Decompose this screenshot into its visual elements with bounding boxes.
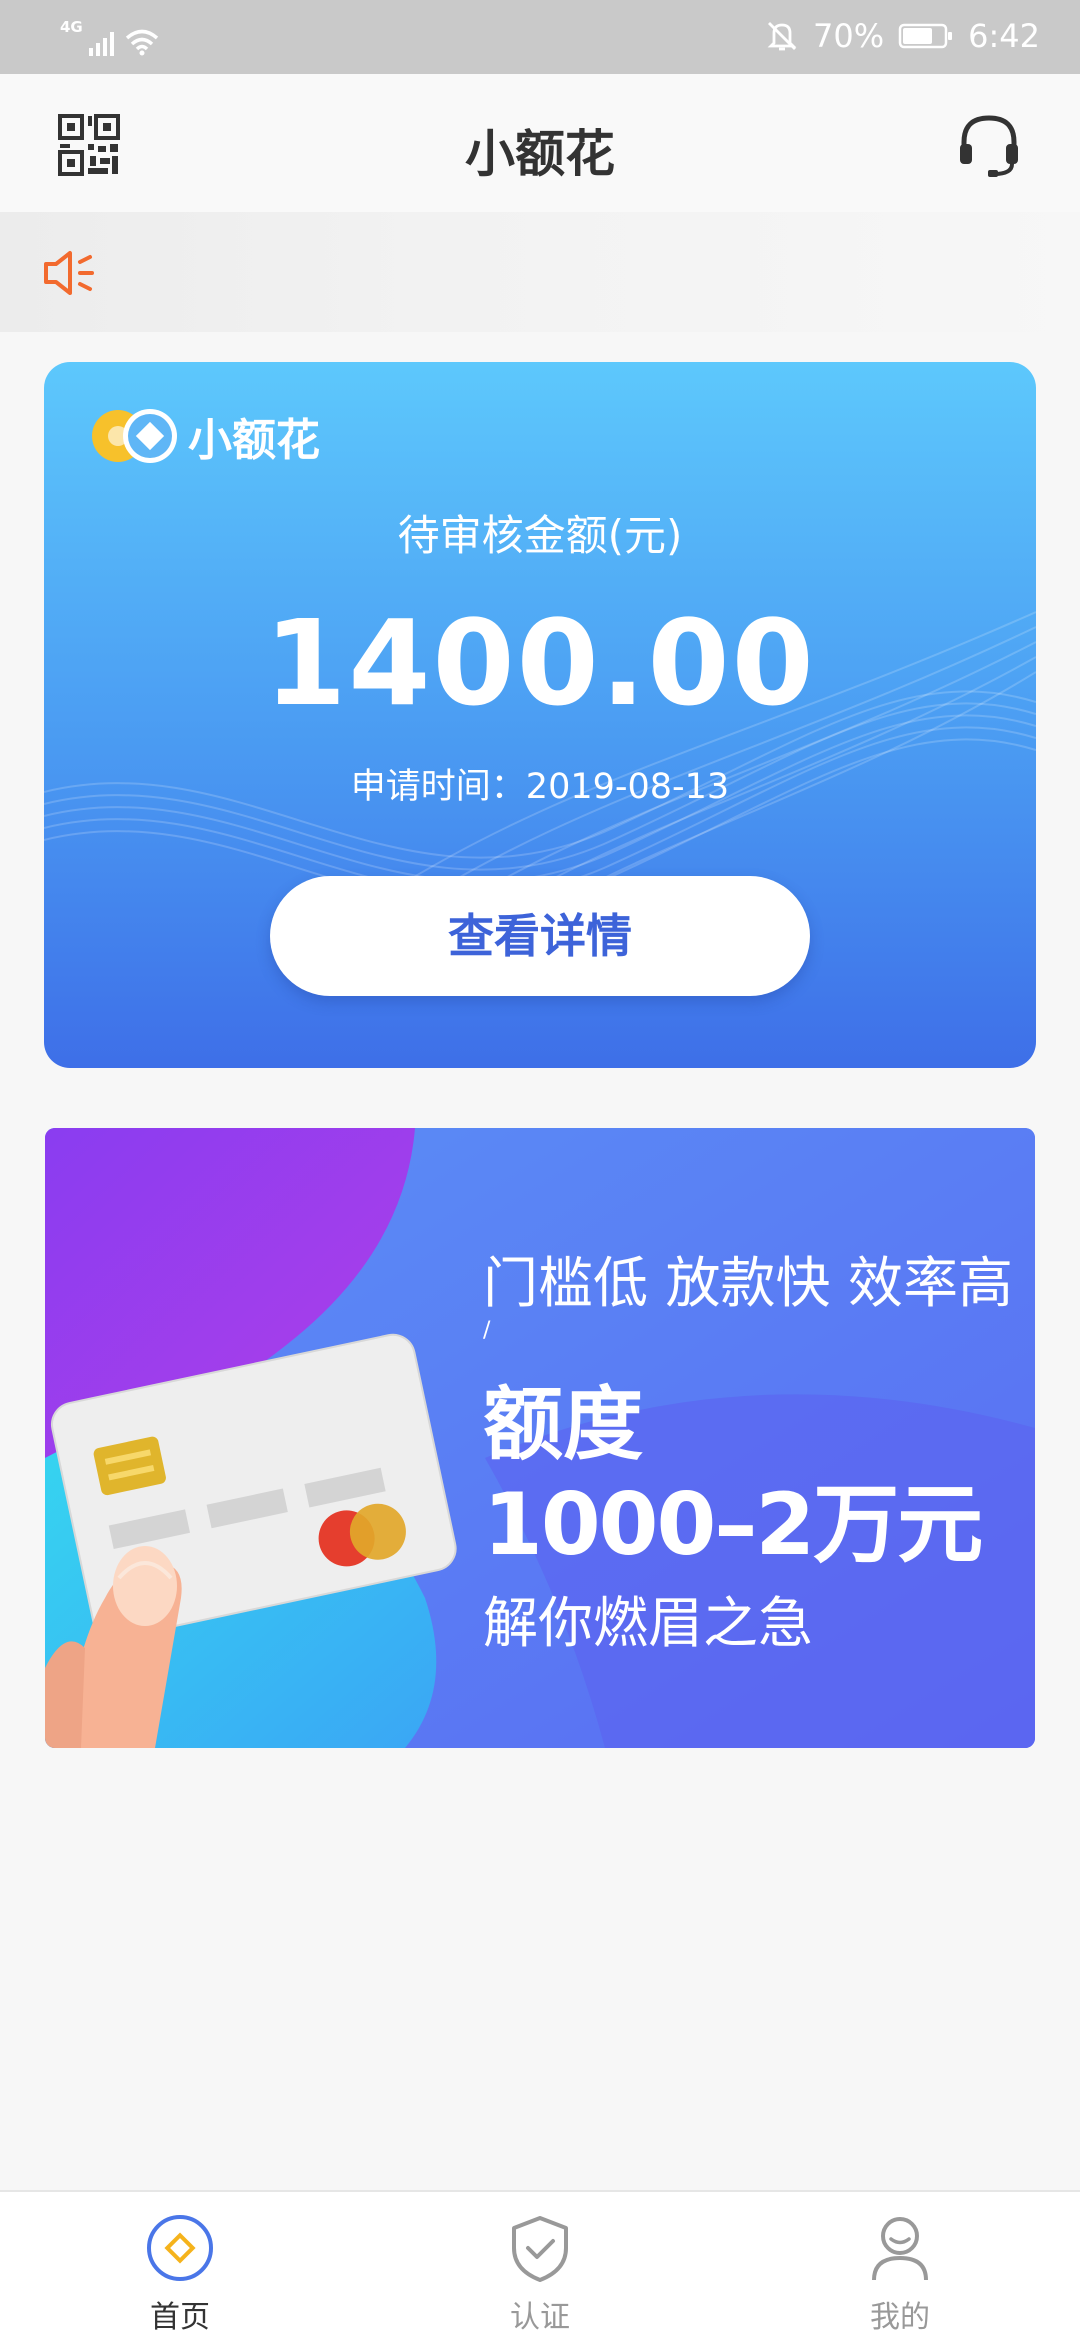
tab-verify-label: 认证: [510, 2300, 570, 2335]
signal-icon: [88, 32, 114, 56]
banner-limit-range: 1000–2万元: [483, 1475, 983, 1575]
tab-mine-label: 我的: [870, 2300, 930, 2335]
brand-name: 小额花: [188, 415, 320, 466]
network-type: 4G: [60, 18, 83, 36]
banner-slash: /: [483, 1318, 491, 1343]
apply-time-label: 申请时间：: [350, 767, 526, 807]
tab-mine[interactable]: 我的: [720, 2192, 1080, 2340]
notice-bar[interactable]: [0, 212, 1080, 332]
app-header: 小额花: [0, 74, 1080, 212]
apply-date: 2019-08-13: [525, 767, 730, 807]
pending-loan-card: 小额花 待审核金额(元) 1400.00 申请时间：2019-08-13 查看详…: [44, 362, 1036, 1068]
pending-amount: 1400.00: [264, 594, 816, 732]
view-details-button[interactable]: 查看详情: [270, 876, 810, 996]
headset-icon: [960, 115, 1018, 177]
page-title: 小额花: [465, 125, 615, 183]
speaker-icon: [44, 251, 94, 295]
bottom-tab-bar: 首页 认证 我的: [0, 2190, 1080, 2340]
home-diamond-icon: [147, 2215, 213, 2281]
shield-check-icon: [512, 2216, 568, 2282]
customer-service-button[interactable]: [954, 110, 1024, 180]
wifi-icon: [125, 29, 158, 56]
tab-home[interactable]: 首页: [0, 2192, 360, 2340]
tab-home-label: 首页: [150, 2300, 210, 2335]
banner-tagline: 解你燃眉之急: [483, 1591, 814, 1655]
apply-date-row: 申请时间：2019-08-13: [44, 758, 1036, 809]
brand-logo: 小额花: [88, 404, 320, 468]
pending-amount-label: 待审核金额(元): [397, 511, 683, 560]
coin-logo-icon: [92, 409, 177, 463]
tab-verify[interactable]: 认证: [360, 2192, 720, 2340]
battery-icon: [898, 23, 953, 49]
mute-bell-icon: [767, 22, 797, 51]
app-screen: 4G 70% 6:42 小额花 小额花 待审核金额(元) 1400.00 申请时…: [0, 0, 1080, 2340]
banner-slogan: 门槛低 放款快 效率高: [483, 1251, 1013, 1315]
user-icon: [872, 2217, 928, 2281]
battery-percent: 70%: [813, 17, 885, 55]
status-right: 70% 6:42: [765, 16, 1040, 56]
promo-banner[interactable]: 门槛低 放款快 效率高 / 额度 1000–2万元 解你燃眉之急: [45, 1128, 1035, 1748]
clock: 6:42: [968, 17, 1040, 55]
status-bar: 4G 70% 6:42: [0, 0, 1080, 74]
signal-area: 4G: [60, 16, 159, 56]
